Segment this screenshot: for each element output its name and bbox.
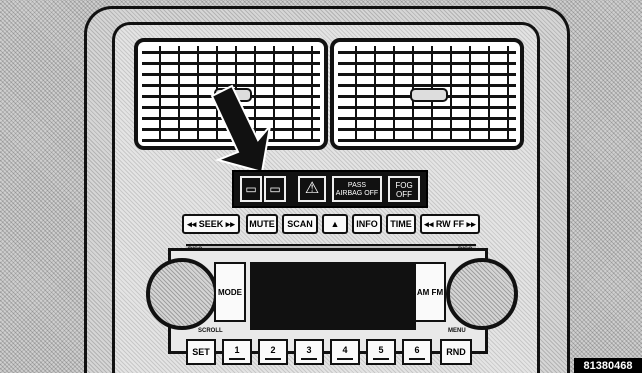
set-label: SET: [192, 347, 210, 357]
figure-number-text: 81380468: [583, 359, 633, 372]
mute-button[interactable]: MUTE: [246, 214, 278, 234]
preset-label: 4: [342, 344, 348, 355]
preset-button-2[interactable]: 2: [258, 339, 288, 365]
preset-button-5[interactable]: 5: [366, 339, 396, 365]
dashboard-illustration: ▭ ▭ ⚠ PASS AIRBAG OFF FOG OFF ◂◂ SEEK ▸▸…: [0, 0, 642, 373]
preset-label: 3: [306, 344, 312, 355]
radio-display: [250, 262, 416, 330]
volume-knob[interactable]: [146, 258, 218, 330]
rear-defrost-switch[interactable]: ▭: [240, 176, 262, 202]
mode-label: MODE: [218, 287, 242, 297]
rnd-label: RND: [446, 347, 466, 357]
info-label: INFO: [356, 219, 378, 229]
preset-label: 2: [270, 344, 276, 355]
front-defrost-switch[interactable]: ▭: [264, 176, 286, 202]
rw-ff-label: ◂◂ RW FF ▸▸: [424, 218, 476, 229]
preset-label: 1: [234, 344, 240, 355]
seek-button[interactable]: ◂◂ SEEK ▸▸: [182, 214, 240, 234]
scan-label: SCAN: [287, 219, 313, 229]
preset-button-6[interactable]: 6: [402, 339, 432, 365]
time-label: TIME: [390, 219, 412, 229]
scroll-label: SCROLL: [198, 328, 223, 334]
preset-label: 5: [378, 344, 384, 355]
menu-label: MENU: [448, 328, 466, 334]
hazard-switch[interactable]: ⚠: [298, 176, 326, 202]
fog-lamp-switch[interactable]: FOG OFF: [388, 176, 420, 202]
preset-button-3[interactable]: 3: [294, 339, 324, 365]
mode-button[interactable]: MODE: [214, 262, 246, 322]
scan-button[interactable]: SCAN: [282, 214, 318, 234]
seek-label: ◂◂ SEEK ▸▸: [187, 218, 235, 229]
front-defrost-icon: ▭: [269, 182, 281, 196]
rnd-button[interactable]: RND: [440, 339, 472, 365]
disc-label: DISC: [188, 247, 203, 253]
mute-label: MUTE: [249, 219, 275, 229]
time-button[interactable]: TIME: [386, 214, 416, 234]
airbag-indicator: PASS AIRBAG OFF: [332, 176, 382, 202]
preset-label: 6: [414, 344, 420, 355]
fog-label: FOG OFF: [395, 181, 413, 199]
info-button[interactable]: INFO: [352, 214, 382, 234]
figure-number: 81380468: [574, 358, 642, 373]
am-fm-label: AM FM: [416, 287, 444, 297]
tune-knob[interactable]: [446, 258, 518, 330]
am-fm-button[interactable]: AM FM: [414, 262, 446, 322]
eject-icon: ▲: [330, 219, 340, 229]
eject-button[interactable]: ▲: [322, 214, 348, 234]
airbag-label: PASS AIRBAG OFF: [335, 182, 379, 197]
rw-ff-button[interactable]: ◂◂ RW FF ▸▸: [420, 214, 480, 234]
rear-defrost-icon: ▭: [245, 182, 257, 196]
eject-disc-label: DISC: [458, 247, 473, 253]
switch-bank: ▭ ▭ ⚠ PASS AIRBAG OFF FOG OFF: [232, 170, 428, 208]
preset-button-4[interactable]: 4: [330, 339, 360, 365]
set-button[interactable]: SET: [186, 339, 216, 365]
preset-button-1[interactable]: 1: [222, 339, 252, 365]
hazard-icon: ⚠: [304, 180, 320, 197]
